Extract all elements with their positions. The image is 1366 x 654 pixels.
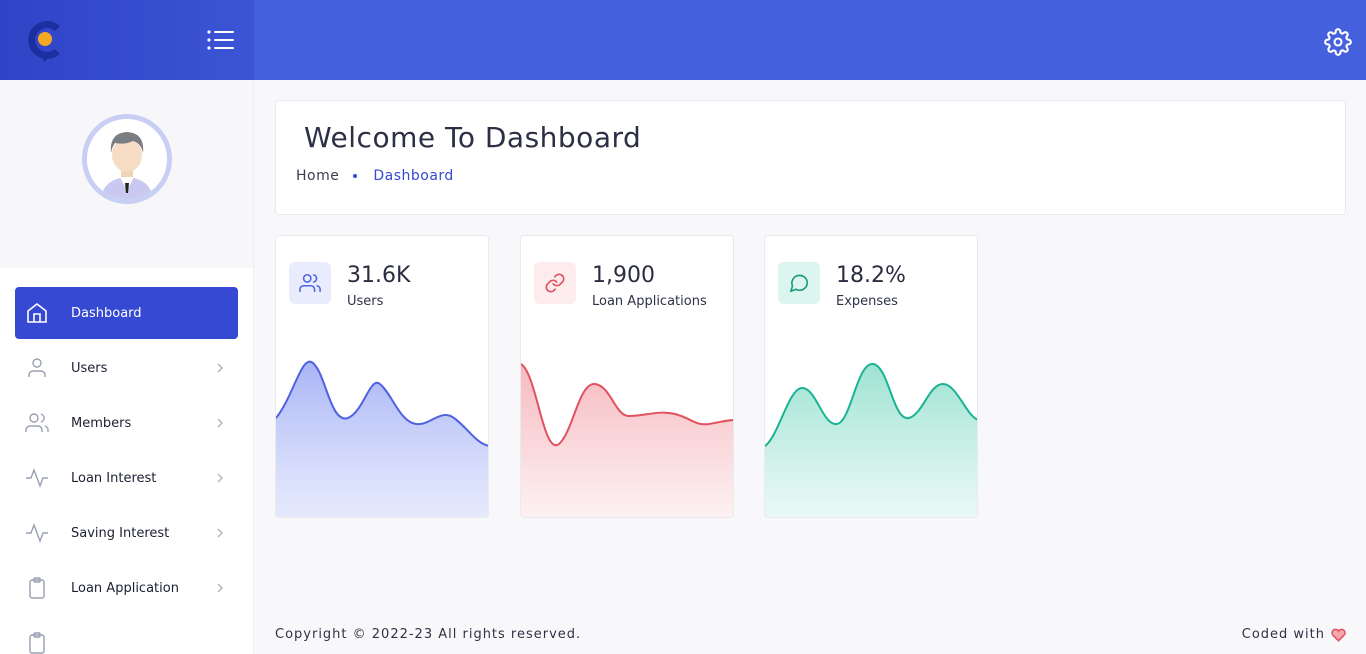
sidebar-item-label: Loan Interest xyxy=(71,470,157,486)
sidebar-item-label: Users xyxy=(71,360,108,376)
sidebar-item-label: Dashboard xyxy=(71,305,142,321)
sparkline-chart xyxy=(276,360,488,517)
sidebar-item-label: Loan Application xyxy=(71,580,179,596)
sidebar-nav: Dashboard Users Members Loan Interest Sa… xyxy=(0,268,253,654)
user-icon xyxy=(28,358,46,377)
sparkline-chart xyxy=(765,363,977,517)
sidebar-item-label: Members xyxy=(71,415,132,431)
users-icon xyxy=(25,413,49,432)
activity-icon xyxy=(26,468,48,488)
card-value: 18.2% xyxy=(836,263,906,288)
card-icon-box xyxy=(289,262,331,304)
card-label: Expenses xyxy=(836,294,898,309)
clipboard-icon xyxy=(29,577,45,599)
sidebar-item-saving-interest[interactable]: Saving Interest xyxy=(15,507,238,559)
card-label: Users xyxy=(347,294,384,309)
chevron-right-icon xyxy=(217,583,223,593)
activity-icon xyxy=(26,523,48,543)
link-icon xyxy=(545,273,565,293)
sidebar-item-label: Saving Interest xyxy=(71,525,170,541)
sidebar-item-partial[interactable] xyxy=(15,617,238,654)
breadcrumb: Home Dashboard xyxy=(296,168,454,184)
clipboard-icon xyxy=(29,632,45,654)
page-header: Welcome To Dashboard Home Dashboard xyxy=(275,100,1346,215)
breadcrumb-home[interactable]: Home xyxy=(296,168,339,184)
breadcrumb-separator xyxy=(353,174,358,178)
stat-card-expenses: 18.2% Expenses xyxy=(764,235,978,518)
page-title: Welcome To Dashboard xyxy=(304,121,642,154)
sidebar-item-dashboard[interactable]: Dashboard xyxy=(15,287,238,339)
message-icon xyxy=(789,274,809,293)
user-avatar[interactable] xyxy=(82,114,172,204)
chevron-right-icon xyxy=(217,363,223,373)
footer-copyright: Copyright © 2022-23 All rights reserved. xyxy=(275,627,582,642)
menu-list-icon[interactable] xyxy=(206,28,236,52)
sidebar-item-loan-application[interactable]: Loan Application xyxy=(15,562,238,614)
card-value: 1,900 xyxy=(592,263,655,288)
card-icon-box xyxy=(534,262,576,304)
home-icon xyxy=(27,302,47,323)
sidebar-item-members[interactable]: Members xyxy=(15,397,238,449)
chevron-right-icon xyxy=(217,418,223,428)
card-value: 31.6K xyxy=(347,263,411,288)
sparkline-chart xyxy=(521,363,733,517)
brand-area xyxy=(0,0,254,80)
sidebar: Dashboard Users Members Loan Interest Sa… xyxy=(0,80,254,654)
heart-icon xyxy=(1331,628,1346,642)
card-icon-box xyxy=(778,262,820,304)
gear-icon[interactable] xyxy=(1324,28,1352,56)
chevron-right-icon xyxy=(217,473,223,483)
stat-card-users: 31.6K Users xyxy=(275,235,489,518)
users-icon xyxy=(299,273,321,293)
app-logo[interactable] xyxy=(22,16,70,64)
sidebar-item-users[interactable]: Users xyxy=(15,342,238,394)
stat-card-loan-applications: 1,900 Loan Applications xyxy=(520,235,734,518)
sidebar-profile xyxy=(0,80,253,268)
footer-coded-with: Coded with xyxy=(1241,627,1325,642)
breadcrumb-current: Dashboard xyxy=(373,168,454,184)
sidebar-item-loan-interest[interactable]: Loan Interest xyxy=(15,452,238,504)
chevron-right-icon xyxy=(217,528,223,538)
card-label: Loan Applications xyxy=(592,294,707,309)
top-navbar xyxy=(0,0,1366,80)
footer-credit: Coded with xyxy=(1242,627,1346,642)
